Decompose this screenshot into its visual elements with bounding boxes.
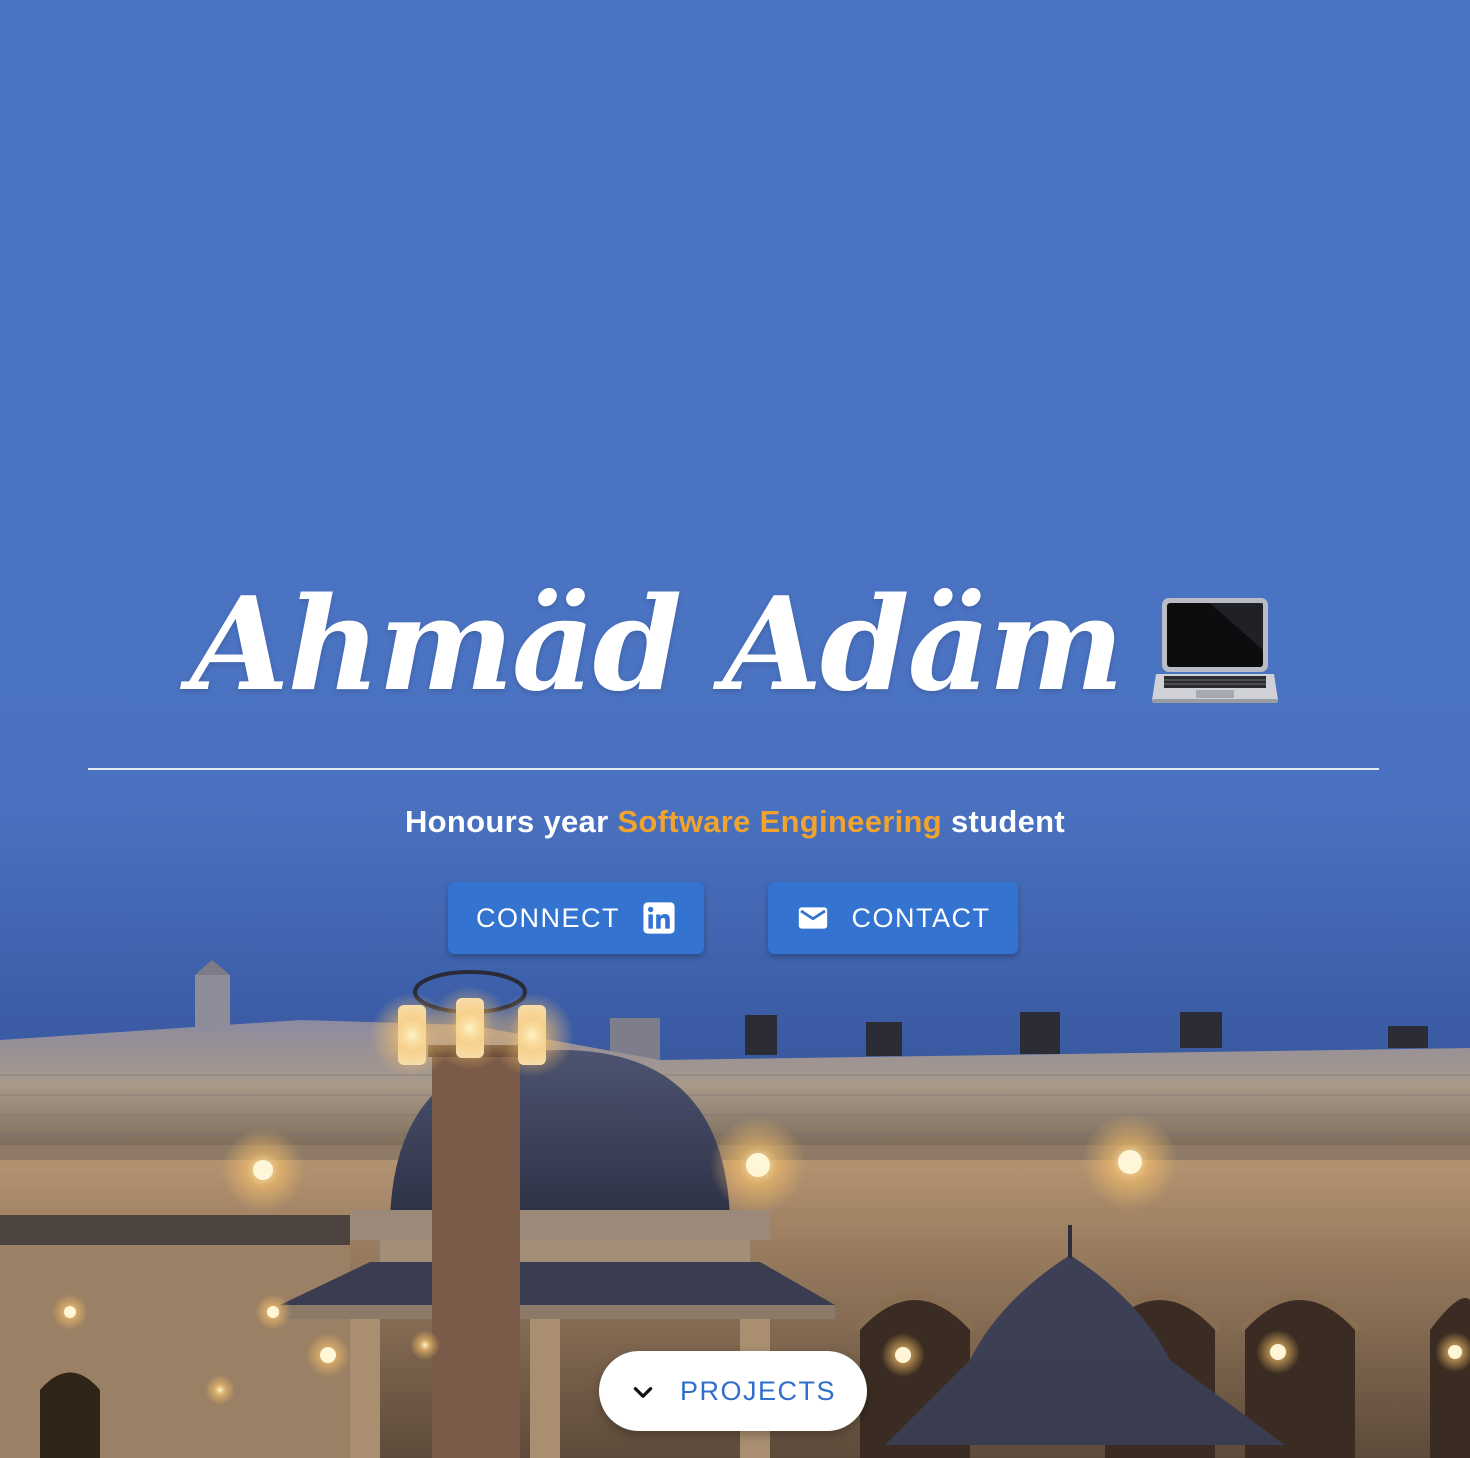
title-row: Ahmäd Adäm xyxy=(0,560,1470,730)
hero-background: Ahmäd Adäm Honours year Software Enginee… xyxy=(0,0,1470,1458)
connect-button-label: CONNECT xyxy=(476,902,620,933)
connect-button[interactable]: CONNECT xyxy=(448,882,704,954)
tagline-highlight: Software Engineering xyxy=(617,804,943,839)
site-title: Ahmäd Adäm xyxy=(190,570,1124,720)
tagline-suffix: student xyxy=(942,804,1065,839)
contact-button-label: CONTACT xyxy=(851,902,991,933)
projects-button-label: PROJECTS xyxy=(679,1375,837,1406)
projects-button[interactable]: PROJECTS xyxy=(599,1351,867,1431)
chevron-down-icon xyxy=(633,1387,653,1398)
tagline: Honours year Software Engineering studen… xyxy=(0,804,1470,840)
laptop-icon xyxy=(1152,598,1278,703)
contact-button[interactable]: CONTACT xyxy=(768,882,1018,954)
title-divider xyxy=(88,768,1379,770)
mail-icon xyxy=(798,907,827,929)
linkedin-icon xyxy=(643,902,675,934)
tagline-prefix: Honours year xyxy=(405,804,618,839)
